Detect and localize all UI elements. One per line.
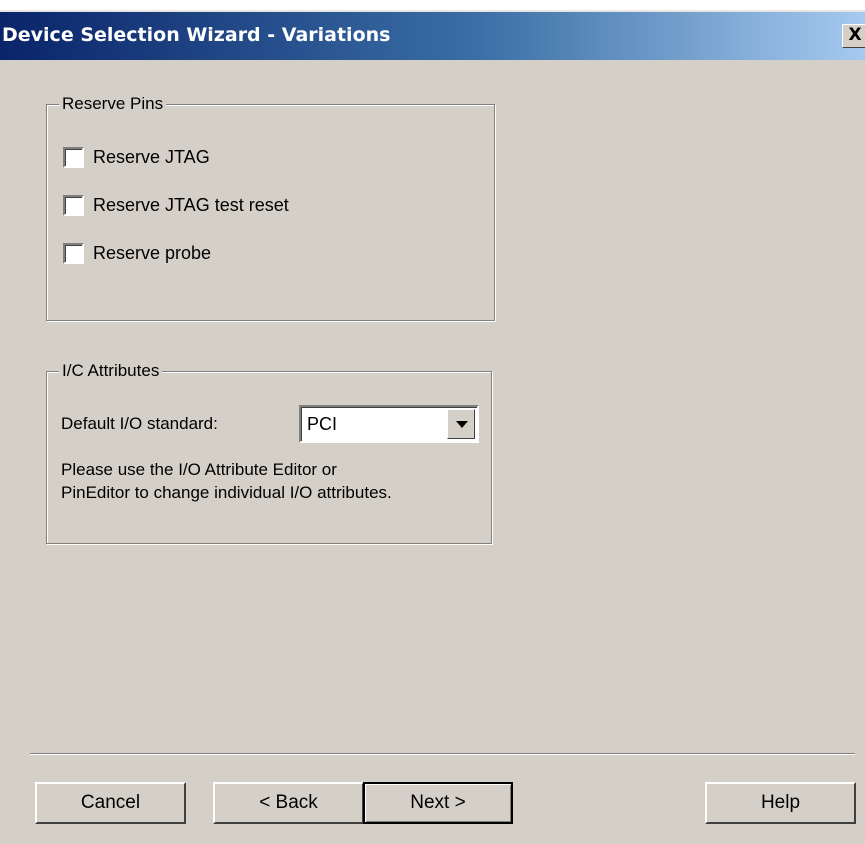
reserve-jtag-label[interactable]: Reserve JTAG (93, 147, 210, 168)
window-title: Device Selection Wizard - Variations (2, 24, 391, 46)
reserve-jtag-checkbox[interactable] (63, 146, 84, 168)
button-separator (30, 753, 855, 755)
default-io-standard-value: PCI (307, 414, 338, 434)
io-attributes-legend: I/C Attributes (59, 361, 163, 381)
close-button[interactable]: X (842, 24, 865, 48)
wizard-window: Device Selection Wizard - Variations X R… (0, 10, 865, 844)
next-button[interactable]: Next > (363, 782, 513, 824)
cancel-button[interactable]: Cancel (35, 782, 186, 824)
reserve-jtag-test-reset-label[interactable]: Reserve JTAG test reset (93, 195, 289, 216)
io-help-text-line2: PinEditor to change individual I/O attri… (61, 483, 392, 502)
chevron-down-icon[interactable] (447, 409, 475, 439)
default-io-standard-label: Default I/O standard: (61, 414, 218, 433)
back-button[interactable]: < Back (213, 782, 364, 824)
reserve-jtag-option[interactable]: Reserve JTAG (63, 145, 210, 169)
title-bar: Device Selection Wizard - Variations X (0, 12, 865, 60)
default-io-standard-select[interactable]: PCI (299, 405, 479, 443)
help-button[interactable]: Help (705, 782, 856, 824)
reserve-probe-option[interactable]: Reserve probe (63, 241, 211, 265)
io-help-text-line1: Please use the I/O Attribute Editor or (61, 460, 337, 479)
reserve-pins-group: Reserve Pins Reserve JTAG Reserve JTAG t… (46, 94, 495, 321)
reserve-pins-legend: Reserve Pins (59, 94, 167, 114)
close-icon: X (848, 25, 862, 45)
reserve-probe-checkbox[interactable] (63, 242, 84, 264)
reserve-jtag-test-reset-checkbox[interactable] (63, 194, 84, 216)
reserve-jtag-test-reset-option[interactable]: Reserve JTAG test reset (63, 193, 289, 217)
io-attributes-group: I/C Attributes Default I/O standard: PCI… (46, 361, 492, 544)
reserve-probe-label[interactable]: Reserve probe (93, 243, 211, 264)
